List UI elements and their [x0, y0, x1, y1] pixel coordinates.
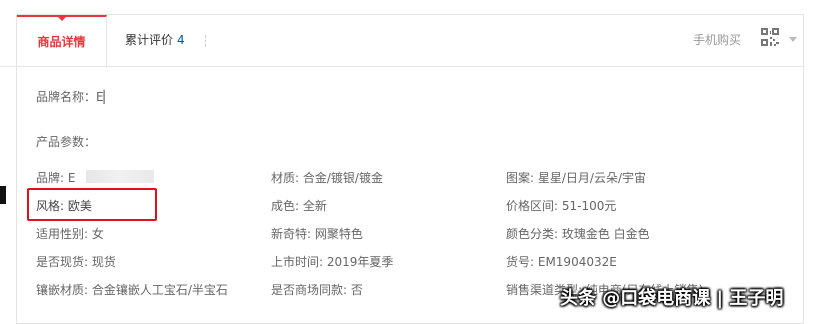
product-detail-panel: 商品详情 累计评价 4 手机购买: [16, 14, 804, 324]
active-tab-caret-icon: [57, 16, 67, 21]
left-gutter: [0, 0, 16, 319]
param-condition: 成色: 全新: [271, 199, 327, 213]
param-material: 材质: 合金/镀银/镀金: [271, 171, 383, 185]
param-inlay-material: 镶嵌材质: 合金镶嵌人工宝石/半宝石: [36, 283, 228, 297]
left-divider: [0, 66, 16, 67]
param-in-stock: 是否现货: 现货: [36, 255, 116, 269]
chevron-down-icon[interactable]: [789, 37, 797, 42]
param-brand: 品牌: E: [36, 171, 76, 185]
param-price-range: 价格区间: 51-100元: [506, 199, 617, 213]
param-novelty: 新奇特: 网聚特色: [271, 227, 363, 241]
tab-bar: 商品详情 累计评价 4 手机购买: [17, 15, 803, 67]
style-highlight-box: [27, 188, 157, 221]
tab-divider: [205, 35, 206, 47]
param-gender: 适用性别: 女: [36, 227, 104, 241]
tab-reviews[interactable]: 累计评价 4: [125, 15, 185, 66]
qr-code-icon[interactable]: [761, 28, 779, 46]
param-mall-same: 是否商场同款: 否: [271, 283, 363, 297]
tab-product-details[interactable]: 商品详情: [17, 15, 107, 66]
param-release-date: 上市时间: 2019年夏季: [271, 255, 394, 269]
tab-reviews-label: 累计评价: [125, 33, 174, 47]
param-pattern: 图案: 星星/日月/云朵/宇宙: [506, 171, 646, 185]
left-edge-marker: [0, 186, 6, 204]
mobile-buy-link[interactable]: 手机购买: [693, 15, 741, 66]
reviews-count: 4: [177, 33, 185, 47]
brand-name: 品牌名称：E▏: [36, 90, 113, 104]
watermark: 头条 @口袋电商课 | 王子明: [560, 288, 784, 309]
params-title: 产品参数：: [36, 135, 97, 149]
redacted-brand-value: [86, 170, 154, 183]
tab-product-details-label: 商品详情: [37, 35, 86, 49]
param-color: 颜色分类: 玫瑰金色 白金色: [506, 227, 650, 241]
param-item-number: 货号: EM1904032E: [506, 255, 617, 269]
